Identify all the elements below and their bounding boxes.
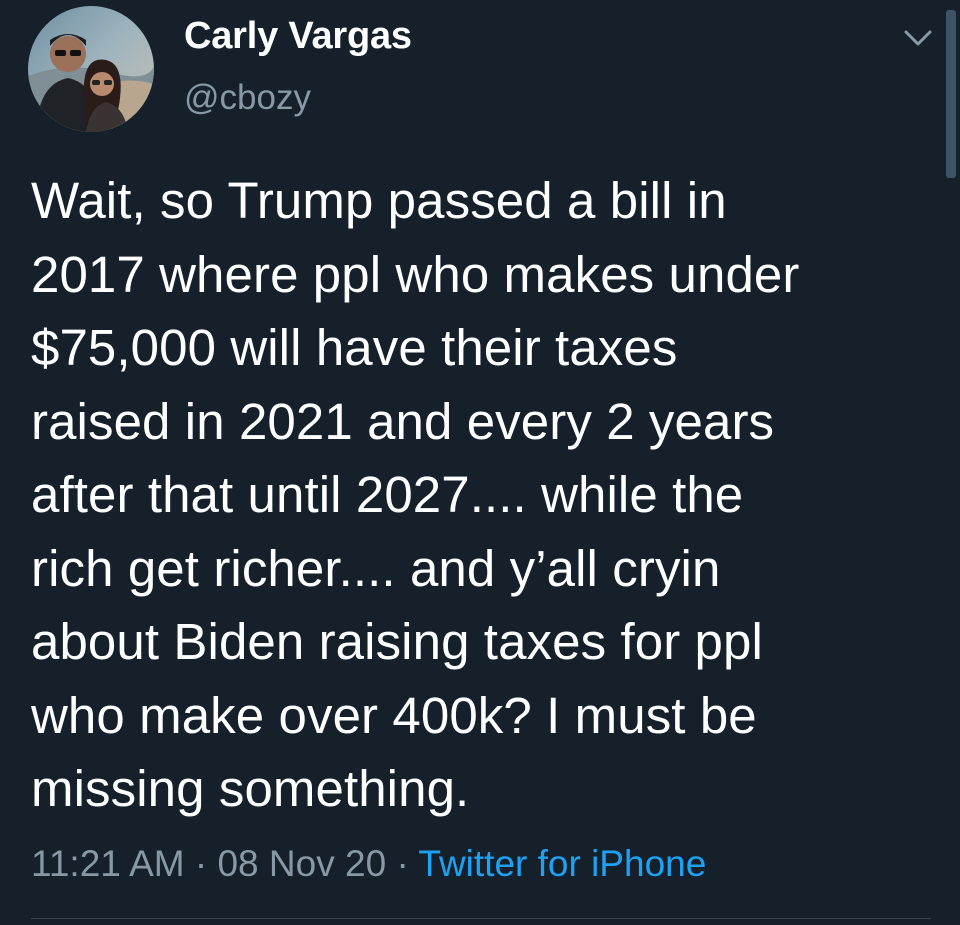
meta-separator: · (396, 843, 409, 884)
tweet-date[interactable]: 08 Nov 20 (217, 843, 386, 884)
tweet-text: Wait, so Trump passed a bill in 2017 whe… (31, 172, 800, 817)
user-handle[interactable]: @cbozy (184, 78, 311, 118)
meta-separator: · (194, 843, 208, 884)
tweet-time[interactable]: 11:21 AM (31, 843, 185, 884)
divider (31, 918, 931, 919)
avatar[interactable] (28, 6, 154, 132)
tweet-metadata: 11:21 AM · 08 Nov 20 · Twitter for iPhon… (31, 843, 706, 885)
tweet-source-link[interactable]: Twitter for iPhone (418, 843, 706, 884)
avatar-photo (28, 6, 154, 132)
chevron-down-icon[interactable] (900, 24, 936, 52)
scrollbar[interactable] (946, 10, 956, 178)
tweet-detail: Carly Vargas @cbozy Wait, so Trump passe… (0, 0, 960, 925)
display-name[interactable]: Carly Vargas (184, 15, 412, 58)
